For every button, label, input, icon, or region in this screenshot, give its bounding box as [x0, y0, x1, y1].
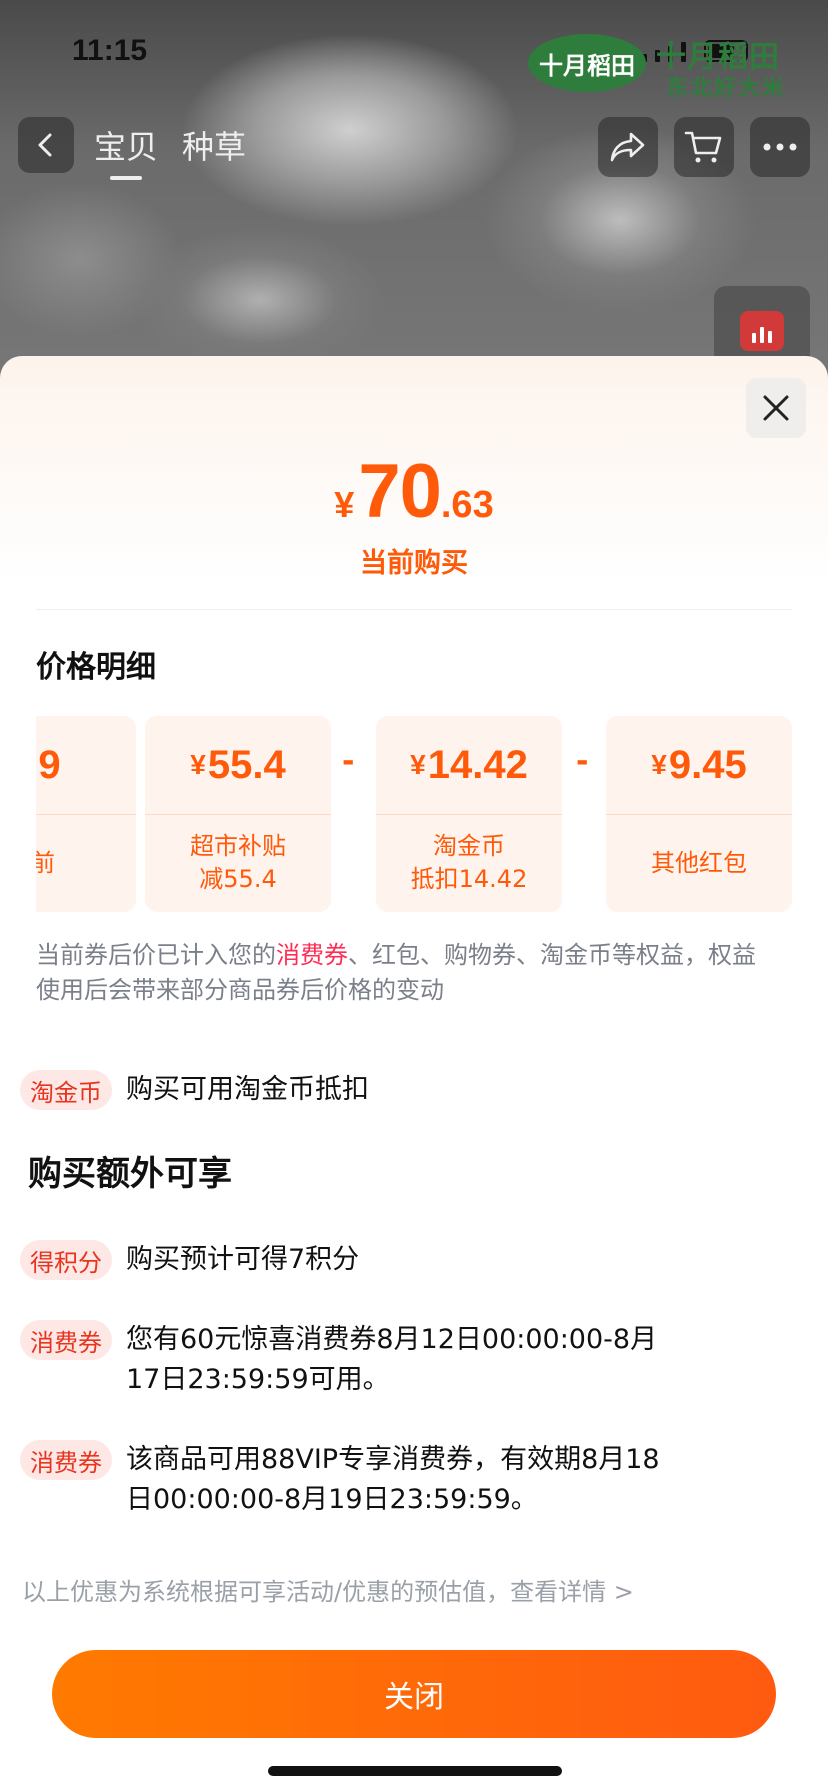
card-label: 前	[36, 848, 55, 877]
benefit-tag: 消费券	[20, 1320, 112, 1360]
brand-badge: 十月稻田	[528, 34, 646, 92]
current-price: ¥ 70 .63 当前购买	[0, 448, 828, 580]
minus-operator: -	[576, 744, 589, 779]
minus-operator: -	[342, 744, 355, 779]
benefit-text: 购买可用淘金币抵扣	[126, 1074, 369, 1105]
tab-baobei[interactable]: 宝贝	[94, 122, 158, 180]
card-amount: 9.45	[668, 742, 747, 787]
home-indicator	[268, 1766, 562, 1776]
close-icon	[763, 395, 789, 421]
share-icon	[610, 132, 645, 162]
card-label: 超市补贴 减55.4	[190, 832, 286, 893]
benefit-row-points: 得积分 购买预计可得7积分	[20, 1240, 686, 1280]
view-details-link[interactable]: 以上优惠为系统根据可享活动/优惠的预估值，查看详情 >	[22, 1572, 634, 1607]
benefit-text: 您有60元惊喜消费券8月12日00:00:00-8月17日23:59:59可用。	[126, 1324, 658, 1395]
close-button[interactable]: 关闭	[52, 1650, 776, 1738]
chart-icon	[740, 311, 784, 351]
benefit-tag: 得积分	[20, 1240, 112, 1280]
brand-slogan: 东北好大米	[666, 76, 787, 101]
more-icon	[763, 143, 797, 151]
share-button[interactable]	[598, 117, 658, 177]
price-currency: ¥	[334, 484, 355, 525]
benefit-row-coupon: 消费券 您有60元惊喜消费券8月12日00:00:00-8月17日23:59:5…	[20, 1320, 686, 1400]
status-time: 11:15	[72, 34, 148, 67]
card-label: 其他红包	[651, 848, 747, 877]
coupon-link[interactable]: 消费券	[276, 941, 348, 969]
card-amount: 14.42	[427, 742, 528, 787]
card-amount: 55.4	[207, 742, 286, 787]
benefit-tag: 消费券	[20, 1440, 112, 1480]
card-amount: .9	[36, 742, 61, 787]
cart-icon	[684, 131, 722, 163]
benefit-tag: 淘金币	[20, 1070, 112, 1110]
tab-zhongcao[interactable]: 种草	[182, 122, 246, 168]
benefit-row-taojinbi: 淘金币 购买可用淘金币抵扣	[20, 1070, 686, 1110]
price-integer: 70	[358, 449, 442, 534]
benefit-row-vip-coupon: 消费券 该商品可用88VIP专享消费券，有效期8月18日00:00:00-8月1…	[20, 1440, 686, 1520]
card-label: 淘金币 抵扣14.42	[410, 832, 528, 893]
brand-logo: 十月稻田 十月稻田 东北好大米	[528, 30, 788, 101]
cart-button[interactable]	[674, 117, 734, 177]
price-note: 当前券后价已计入您的消费券、红包、购物券、淘金币等权益，权益使用后会带来部分商品…	[36, 941, 756, 1004]
more-button[interactable]	[750, 117, 810, 177]
breakdown-card: ¥9.45 其他红包	[606, 716, 792, 912]
price-detail-sheet: ¥ 70 .63 当前购买 价格明细 .9 前 - ¥55.4 超市补贴 减55…	[0, 356, 828, 1792]
back-icon	[38, 133, 52, 157]
benefit-text: 购买预计可得7积分	[126, 1244, 360, 1275]
divider	[36, 609, 792, 610]
price-caption: 当前购买	[360, 548, 468, 579]
price-decimal: .63	[440, 484, 494, 526]
nav-tabs: 宝贝 种草	[94, 122, 246, 180]
price-value: ¥ 70 .63	[334, 448, 493, 535]
sheet-close-button[interactable]	[746, 378, 806, 438]
breakdown-card: ¥55.4 超市补贴 减55.4	[145, 716, 331, 912]
breakdown-card: ¥14.42 淘金币 抵扣14.42	[376, 716, 562, 912]
price-breakdown-cards[interactable]: .9 前 - ¥55.4 超市补贴 减55.4 - ¥14.42 淘金币 抵扣1…	[36, 716, 792, 912]
benefit-text: 该商品可用88VIP专享消费券，有效期8月18日00:00:00-8月19日23…	[126, 1444, 660, 1515]
product-image-background: 11:15 十月稻田 十月稻田 东北好大米 宝贝 种草	[0, 0, 828, 380]
back-button[interactable]	[18, 117, 74, 173]
price-breakdown-title: 价格明细	[36, 650, 156, 685]
extra-benefits-title: 购买额外可享	[28, 1154, 232, 1194]
breakdown-card: .9 前	[36, 716, 136, 912]
